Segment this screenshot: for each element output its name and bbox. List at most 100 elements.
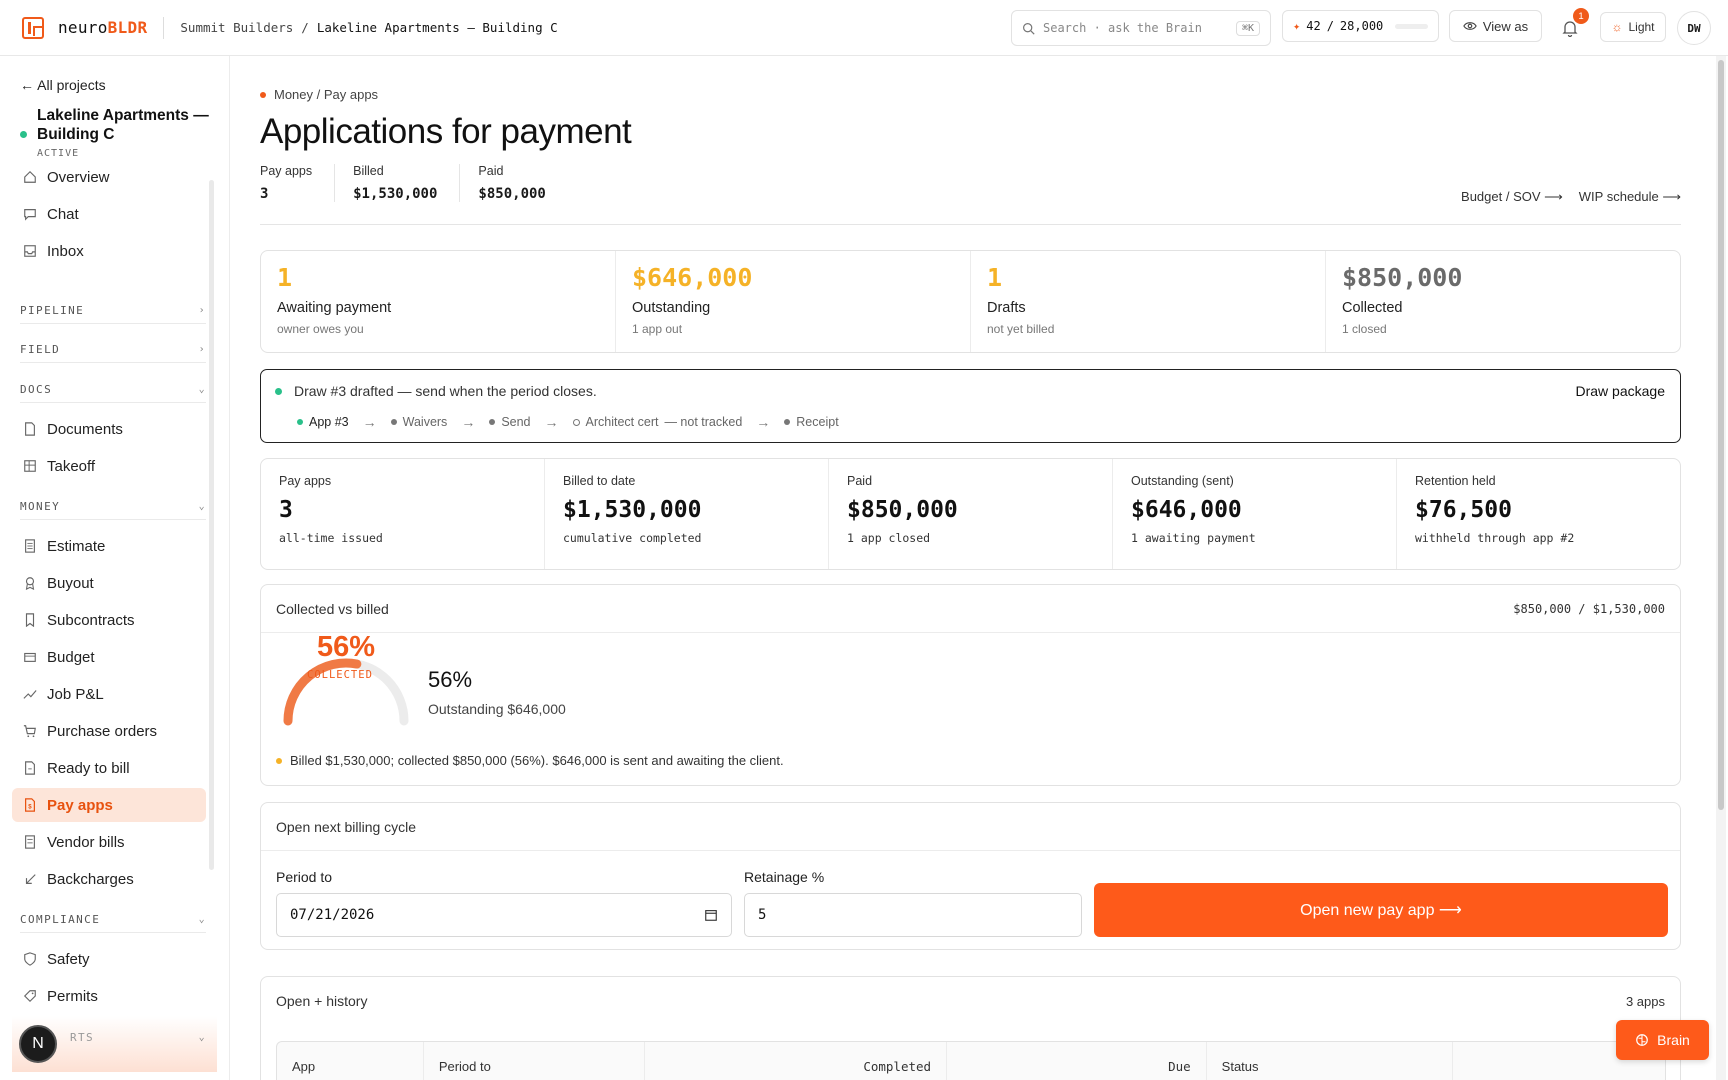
chevron-right-icon: › (198, 344, 206, 355)
step-send[interactable]: Send (489, 415, 531, 429)
sidebar-item-purchase-orders[interactable]: Purchase orders (12, 714, 206, 748)
stat-sub: 1 app closed (847, 531, 931, 545)
stat-paid: Paid $850,000 1 app closed (829, 459, 1113, 569)
credits-used: 42 (1306, 19, 1321, 33)
step-architect-cert[interactable]: Architect cert — not tracked (572, 415, 742, 429)
return-arrow-icon (22, 872, 37, 887)
sparkle-icon: ✦ (1293, 19, 1301, 33)
stat-sub: 1 awaiting payment (1131, 531, 1256, 545)
breadcrumb-separator: / (301, 20, 309, 35)
brain-button[interactable]: Brain (1616, 1020, 1709, 1060)
section-label: RTS (70, 1030, 95, 1044)
tag-icon (22, 989, 37, 1004)
sidebar-item-label: Inbox (47, 242, 84, 260)
sidebar-item-vendor-bills[interactable]: Vendor bills (12, 825, 206, 859)
step-dot (297, 419, 303, 425)
stat-retention-held: Retention held $76,500 withheld through … (1397, 459, 1680, 569)
step-app[interactable]: App #3 (297, 415, 349, 429)
gauge-caption: COLLECTED (307, 669, 373, 681)
period-date-input[interactable]: 07/21/2026 (276, 893, 732, 937)
sidebar-item-safety[interactable]: Safety (12, 942, 206, 976)
stat-label: Billed to date (563, 474, 636, 488)
logo[interactable]: neuroBLDR (22, 16, 147, 39)
wip-schedule-link[interactable]: WIP schedule ⟶ (1579, 189, 1681, 205)
budget-sov-link[interactable]: Budget / SOV ⟶ (1461, 189, 1563, 205)
step-label: Architect cert (585, 415, 659, 429)
kpi-awaiting-payment[interactable]: 1 Awaiting payment owner owes you (261, 251, 616, 352)
section-money[interactable]: MONEY ⌄ (20, 494, 206, 520)
kpi-outstanding[interactable]: $646,000 Outstanding 1 app out (616, 251, 971, 352)
sidebar-item-ready-to-bill[interactable]: Ready to bill (12, 751, 206, 785)
sidebar-item-subcontracts[interactable]: Subcontracts (12, 603, 206, 637)
sidebar-item-inbox[interactable]: Inbox (12, 234, 206, 268)
stat-value: 3 (279, 497, 293, 523)
gauge-percent: 56% (317, 631, 376, 663)
sidebar-item-job-pl[interactable]: Job P&L (12, 677, 206, 711)
sidebar-item-pay-apps[interactable]: $ Pay apps (12, 788, 206, 822)
chevron-down-icon: ⌄ (198, 914, 206, 925)
sidebar-item-estimate[interactable]: Estimate (12, 529, 206, 563)
kpi-collected[interactable]: $850,000 Collected 1 closed (1326, 251, 1680, 352)
brain-label: Brain (1657, 1032, 1690, 1048)
column-header-period-to[interactable]: Period to (424, 1042, 645, 1080)
search-input[interactable]: Search · ask the Brain ⌘K (1011, 10, 1271, 46)
sidebar-item-overview[interactable]: Overview (12, 160, 206, 194)
all-projects-link[interactable]: ← All projects (20, 77, 106, 93)
sidebar-item-backcharges[interactable]: Backcharges (12, 862, 206, 896)
scrollbar-thumb[interactable] (1718, 60, 1724, 810)
page-scrollbar[interactable] (1716, 56, 1726, 1080)
outstanding-label: Outstanding $646,000 (428, 701, 566, 717)
column-header-due[interactable]: Due (947, 1042, 1207, 1080)
step-waivers[interactable]: Waivers (390, 415, 447, 429)
column-header-app[interactable]: App (277, 1042, 424, 1080)
section-docs[interactable]: DOCS ⌄ (20, 377, 206, 403)
column-header-completed[interactable]: Completed (645, 1042, 948, 1080)
view-as-button[interactable]: View as (1449, 10, 1542, 42)
search-shortcut: ⌘K (1235, 20, 1260, 36)
kpi-drafts[interactable]: 1 Drafts not yet billed (971, 251, 1326, 352)
column-header-status[interactable]: Status (1207, 1042, 1454, 1080)
draw-package-button[interactable]: Draw package (1576, 383, 1666, 399)
kpi-value: 1 (277, 263, 293, 292)
stat-label: Pay apps (279, 474, 332, 488)
page-breadcrumb-text[interactable]: Money / Pay apps (274, 87, 378, 102)
sidebar-item-buyout[interactable]: Buyout (12, 566, 206, 600)
step-dot-open (572, 418, 580, 426)
period-date-value: 07/21/2026 (290, 907, 375, 923)
step-dot (390, 419, 397, 425)
avatar[interactable]: DW (1677, 11, 1711, 45)
theme-toggle[interactable]: ☼ Light (1600, 12, 1666, 42)
retainage-input[interactable]: 5 (744, 893, 1082, 937)
shield-icon (22, 952, 37, 967)
period-label: Period to (276, 869, 333, 885)
assistant-fab[interactable]: N (19, 1025, 57, 1063)
kpi-title: Drafts (987, 300, 1026, 316)
step-label: App #3 (309, 415, 349, 429)
sidebar-item-label: Overview (47, 168, 110, 186)
breadcrumb-project[interactable]: Lakeline Apartments — Building C (317, 20, 558, 35)
sidebar-item-takeoff[interactable]: Takeoff (12, 449, 206, 483)
sidebar-item-budget[interactable]: Budget (12, 640, 206, 674)
sidebar-item-label: Estimate (47, 537, 106, 555)
sidebar-item-permits[interactable]: Permits (12, 979, 206, 1013)
sidebar-item-chat[interactable]: Chat (12, 197, 206, 231)
kpi-sub: 1 closed (1342, 322, 1387, 336)
section-pipeline[interactable]: PIPELINE › (20, 298, 206, 324)
section-field[interactable]: FIELD › (20, 337, 206, 363)
credits-slash: / (1326, 19, 1334, 33)
sidebar-item-label: Ready to bill (47, 759, 130, 777)
sidebar-scrollbar[interactable] (209, 180, 214, 870)
section-compliance[interactable]: COMPLIANCE ⌄ (20, 907, 206, 933)
arrow-right-icon: → (756, 414, 771, 430)
stat-label: Outstanding (sent) (1131, 474, 1234, 488)
card-header: Open next billing cycle (261, 803, 1680, 851)
calendar-icon[interactable] (704, 908, 718, 922)
sidebar-item-documents[interactable]: Documents (12, 412, 206, 446)
step-receipt[interactable]: Receipt (784, 415, 839, 429)
open-new-pay-app-button[interactable]: Open new pay app ⟶ (1094, 883, 1668, 937)
stat-pay-apps: Pay apps 3 all-time issued (261, 459, 545, 569)
credits-meter[interactable]: ✦ 42 / 28,000 (1282, 10, 1439, 42)
brain-icon (1636, 1034, 1649, 1046)
breadcrumb-company[interactable]: Summit Builders (180, 20, 293, 35)
wallet-icon (22, 650, 37, 665)
